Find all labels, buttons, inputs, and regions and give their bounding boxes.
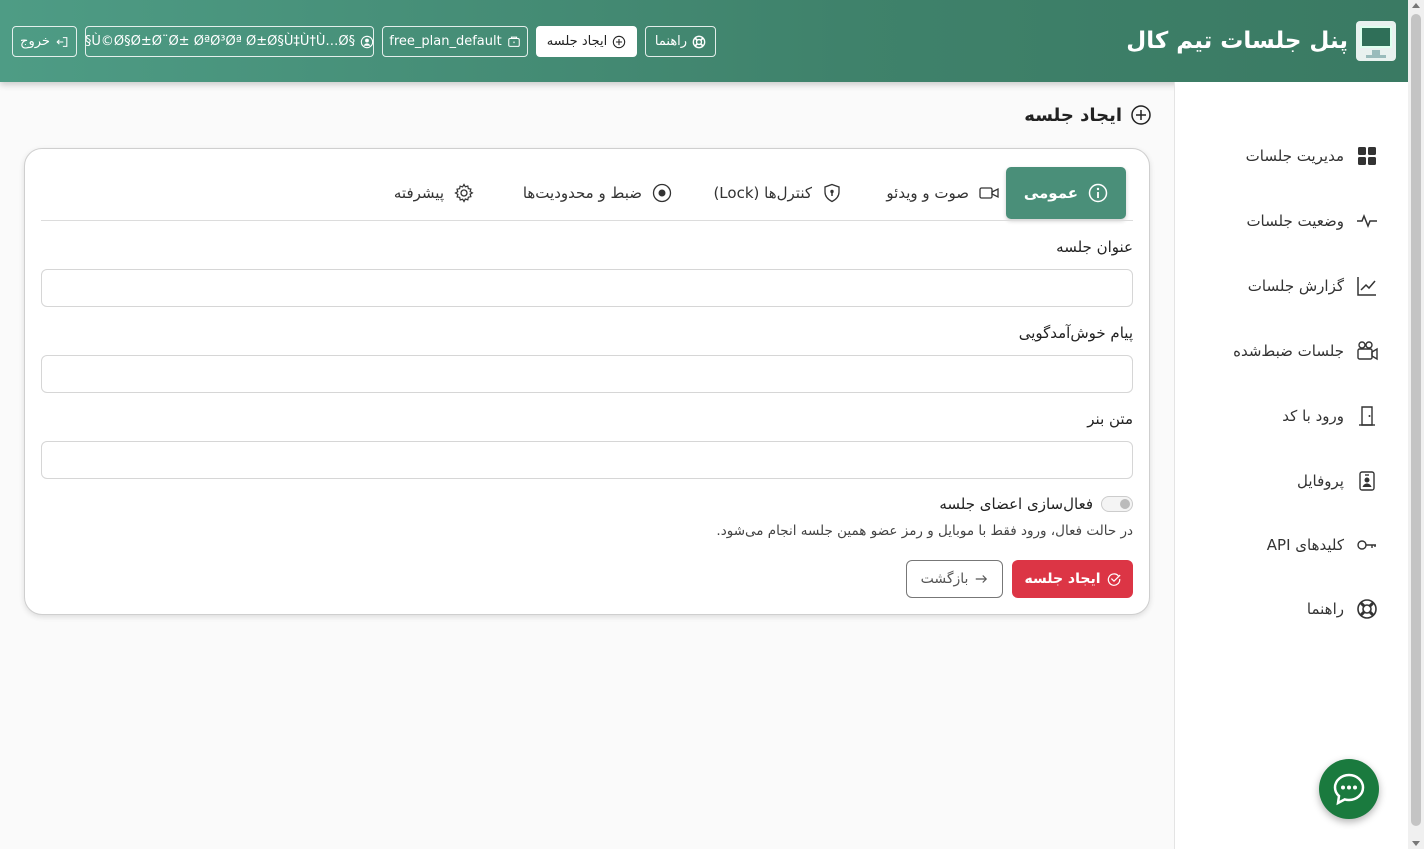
check-circle-icon (1107, 573, 1121, 586)
back-button-label: بازگشت (920, 571, 969, 587)
sidebar-item-help[interactable]: راهنما (1307, 594, 1378, 624)
wallet-icon (507, 36, 520, 47)
person-badge-icon (1359, 471, 1375, 491)
create-session-button[interactable]: ایجاد جلسه (1012, 560, 1133, 598)
tab-label: پیشرفته (393, 184, 444, 202)
logout-label: خروج (20, 34, 50, 49)
sidebar-item-label: ورود با کد (1282, 407, 1344, 425)
tab-divider (41, 220, 1133, 221)
video-icon (979, 187, 999, 199)
tab-general[interactable]: عمومی (1005, 167, 1126, 219)
grid-icon (1358, 147, 1376, 165)
key-icon (1357, 540, 1376, 550)
sidebar-item-label: وضعیت جلسات (1246, 212, 1344, 230)
sidebar-item-profile[interactable]: پروفایل (1297, 466, 1378, 496)
sidebar-item-label: راهنما (1306, 600, 1344, 618)
chat-support-button[interactable] (1319, 759, 1379, 819)
create-session-button-label: ایجاد جلسه (1024, 571, 1101, 587)
back-button[interactable]: بازگشت (906, 560, 1003, 598)
user-circle-icon (360, 35, 374, 48)
scroll-thumb[interactable] (1411, 14, 1421, 826)
tab-label: عمومی (1023, 184, 1078, 202)
welcome-message-input[interactable] (41, 355, 1133, 393)
sidebar: مدیریت جلسات وضعیت جلسات گزارش جلسات جلس… (1174, 82, 1408, 849)
title-field-label: عنوان جلسه (1056, 238, 1133, 256)
gear-icon (454, 183, 474, 203)
sidebar-item-session-management[interactable]: مدیریت جلسات (1246, 141, 1378, 171)
help-button-label: راهنما (654, 34, 688, 49)
sidebar-item-session-status[interactable]: وضعیت جلسات (1246, 206, 1378, 236)
life-ring-icon (1357, 599, 1377, 619)
arrow-right-icon (976, 575, 988, 583)
sidebar-item-code-login[interactable]: ورود با کد (1282, 401, 1378, 431)
sidebar-item-label: گزارش جلسات (1247, 277, 1344, 295)
camera-reels-icon (1357, 341, 1378, 361)
create-session-header-label: ایجاد جلسه (546, 34, 608, 49)
members-hint-text: در حالت فعال، ورود فقط با موبایل و رمز ع… (716, 523, 1133, 539)
tab-advanced[interactable]: پیشرفته (394, 167, 474, 219)
user-menu-button[interactable]: §Ù©Ø§Ø±Ø¨Ø± ØªØ³Øª Ø±Ø§Ù‡Ù†Ù…Ø§ (85, 26, 374, 57)
scroll-down-icon[interactable] (1412, 841, 1420, 846)
sidebar-item-api-keys[interactable]: کلیدهای API (1267, 530, 1378, 560)
user-name: §Ù©Ø§Ø±Ø¨Ø± ØªØ³Øª Ø±Ø§Ù‡Ù†Ù…Ø§ (84, 34, 356, 49)
life-ring-icon (692, 35, 706, 48)
brand-title: پنل جلسات تیم کال (1126, 28, 1348, 54)
members-toggle-row: فعال‌سازی اعضای جلسه (939, 495, 1133, 513)
create-session-card: عمومی صوت و ویدئو کنترل‌ها (Lock) ضبط و … (24, 148, 1150, 615)
welcome-field-label: پیام خوش‌آمدگویی (1018, 324, 1133, 342)
sidebar-item-session-report[interactable]: گزارش جلسات (1248, 271, 1378, 301)
plus-circle-icon (1131, 105, 1151, 125)
sidebar-item-label: پروفایل (1297, 472, 1344, 490)
scroll-up-icon[interactable] (1412, 3, 1420, 8)
chat-dots-icon (1333, 773, 1365, 806)
members-toggle-label: فعال‌سازی اعضای جلسه (939, 495, 1093, 513)
tab-audio-video[interactable]: صوت و ویدئو (886, 167, 999, 219)
banner-text-input[interactable] (41, 441, 1133, 479)
page-title: ایجاد جلسه (1024, 104, 1152, 126)
door-icon (1359, 406, 1375, 426)
logout-button[interactable]: خروج (12, 26, 77, 57)
brand-logo-icon (1356, 21, 1396, 61)
tab-label: صوت و ویدئو (886, 184, 969, 202)
tab-label: ضبط و محدودیت‌ها (522, 184, 642, 202)
plus-circle-icon (613, 35, 626, 48)
sidebar-item-label: کلیدهای API (1266, 536, 1344, 554)
title-input[interactable] (41, 269, 1133, 307)
logout-icon (56, 36, 68, 47)
tab-controls-lock[interactable]: کنترل‌ها (Lock) (713, 167, 842, 219)
banner-field-label: متن بنر (1087, 410, 1133, 428)
tab-recording-limits[interactable]: ضبط و محدودیت‌ها (523, 167, 672, 219)
page-title-text: ایجاد جلسه (1024, 104, 1122, 126)
members-toggle-switch[interactable] (1101, 496, 1133, 512)
brand[interactable]: پنل جلسات تیم کال (1126, 20, 1396, 62)
info-icon (1088, 183, 1108, 203)
tab-label: کنترل‌ها (Lock) (713, 184, 812, 202)
top-header: پنل جلسات تیم کال راهنما ایجاد جلسه free… (0, 0, 1408, 82)
chart-line-icon (1357, 277, 1376, 296)
pulse-icon (1357, 213, 1377, 229)
record-icon (652, 183, 672, 203)
sidebar-item-label: جلسات ضبط‌شده (1233, 342, 1344, 360)
plan-label: free_plan_default (389, 34, 502, 49)
sidebar-item-label: مدیریت جلسات (1245, 147, 1344, 165)
plan-badge-button[interactable]: free_plan_default (382, 26, 528, 57)
sidebar-item-recorded-sessions[interactable]: جلسات ضبط‌شده (1233, 336, 1378, 366)
shield-lock-icon (824, 183, 840, 203)
page-scrollbar[interactable] (1408, 0, 1424, 849)
help-button[interactable]: راهنما (645, 26, 716, 57)
create-session-header-button[interactable]: ایجاد جلسه (536, 26, 637, 57)
